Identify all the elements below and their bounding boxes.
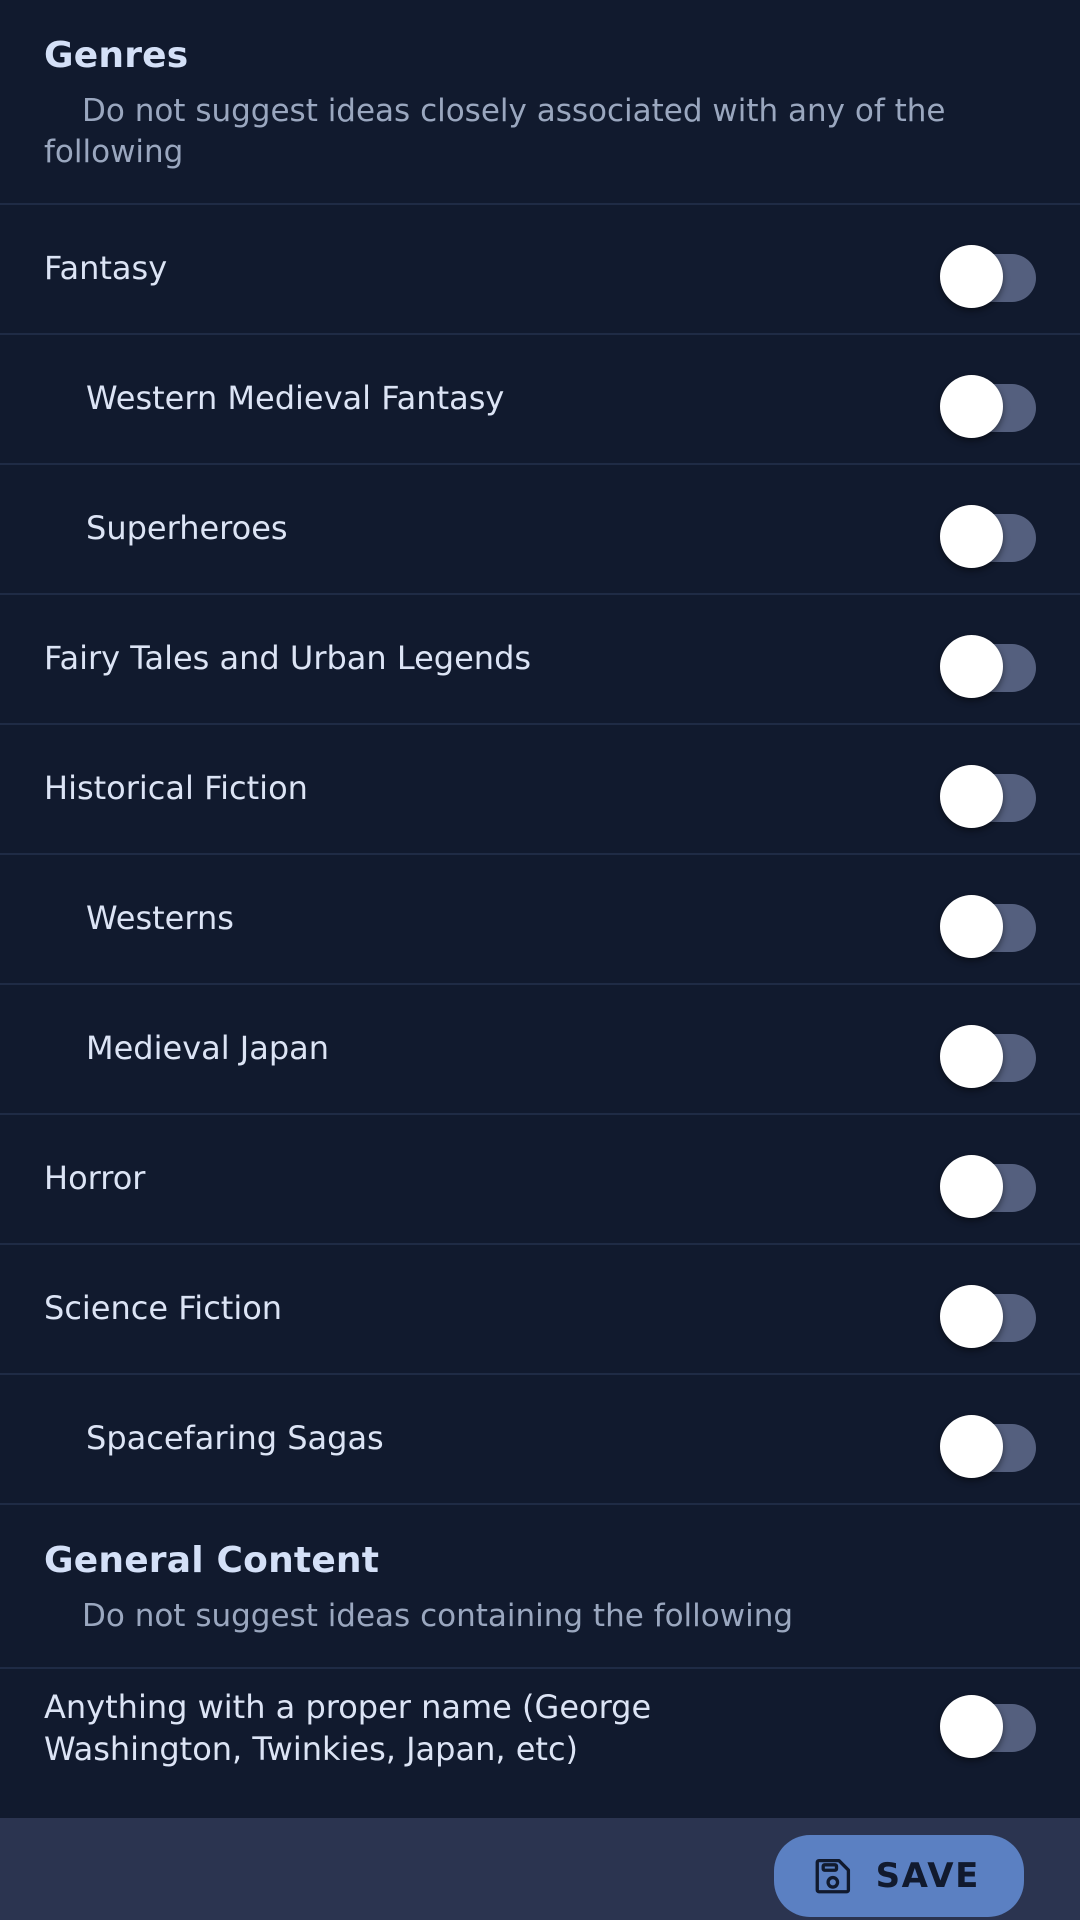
toggle-genres-3[interactable] [940,635,1036,698]
bottom-action-bar: SAVE [0,1818,1080,1920]
setting-row[interactable]: Superheroes [0,465,1080,595]
toggle-genres-8[interactable] [940,1285,1036,1348]
settings-scroll-area[interactable]: Genres Do not suggest ideas closely assoc… [0,0,1080,1920]
setting-row-label: Westerns [86,899,234,938]
setting-row-label: Anything with a proper name (George Wash… [44,1688,652,1768]
section-title-genres: Genres [44,35,189,76]
setting-row[interactable]: Fantasy [0,205,1080,335]
setting-row[interactable]: Science Fiction [0,1245,1080,1375]
toggle-genres-0[interactable] [940,245,1036,308]
setting-row-label: Spacefaring Sagas [86,1419,384,1458]
toggle-thumb [940,1285,1003,1348]
setting-row-label: Superheroes [86,509,288,548]
toggle-genres-1[interactable] [940,375,1036,438]
setting-row-label: Historical Fiction [44,769,308,808]
setting-row-label: Fairy Tales and Urban Legends [44,639,532,678]
toggle-genres-4[interactable] [940,765,1036,828]
toggle-thumb [940,1415,1003,1478]
setting-row[interactable]: Fairy Tales and Urban Legends [0,595,1080,725]
setting-row-label: Medieval Japan [86,1029,330,1068]
setting-row[interactable]: Horror [0,1115,1080,1245]
section-header-genres: Genres Do not suggest ideas closely assoc… [0,0,1080,205]
floppy-disk-save-icon [812,1855,854,1897]
setting-row-label: Fantasy [44,249,168,288]
setting-row[interactable]: Historical Fiction [0,725,1080,855]
setting-row[interactable]: Westerns [0,855,1080,985]
toggle-genres-5[interactable] [940,895,1036,958]
toggle-thumb [940,765,1003,828]
toggle-genres-9[interactable] [940,1415,1036,1478]
toggle-genres-6[interactable] [940,1025,1036,1088]
toggle-thumb [940,635,1003,698]
save-button[interactable]: SAVE [773,1835,1024,1917]
setting-row-label: Science Fiction [44,1289,283,1328]
setting-row[interactable]: Anything with a proper name (George Wash… [0,1669,1080,1788]
section-title-general-content: General Content [44,1540,380,1581]
toggle-thumb [940,375,1003,438]
toggle-thumb [940,505,1003,568]
setting-row[interactable]: Medieval Japan [0,985,1080,1115]
toggle-genres-2[interactable] [940,505,1036,568]
setting-row-label: Western Medieval Fantasy [86,379,505,418]
setting-row-label: Horror [44,1159,146,1198]
toggle-thumb [940,245,1003,308]
section-subtitle-genres: Do not suggest ideas closely associated … [44,93,946,171]
toggle-thumb [940,1025,1003,1088]
save-button-label: SAVE [875,1856,980,1896]
setting-row[interactable]: Spacefaring Sagas [0,1375,1080,1505]
toggle-genres-7[interactable] [940,1155,1036,1218]
toggle-thumb [940,895,1003,958]
section-subtitle-general-content: Do not suggest ideas containing the foll… [82,1598,794,1635]
toggle-thumb [940,1695,1003,1759]
toggle-general-content-0[interactable] [940,1695,1036,1759]
section-header-general-content: General Content Do not suggest ideas cont… [0,1505,1080,1670]
setting-row[interactable]: Western Medieval Fantasy [0,335,1080,465]
toggle-thumb [940,1155,1003,1218]
